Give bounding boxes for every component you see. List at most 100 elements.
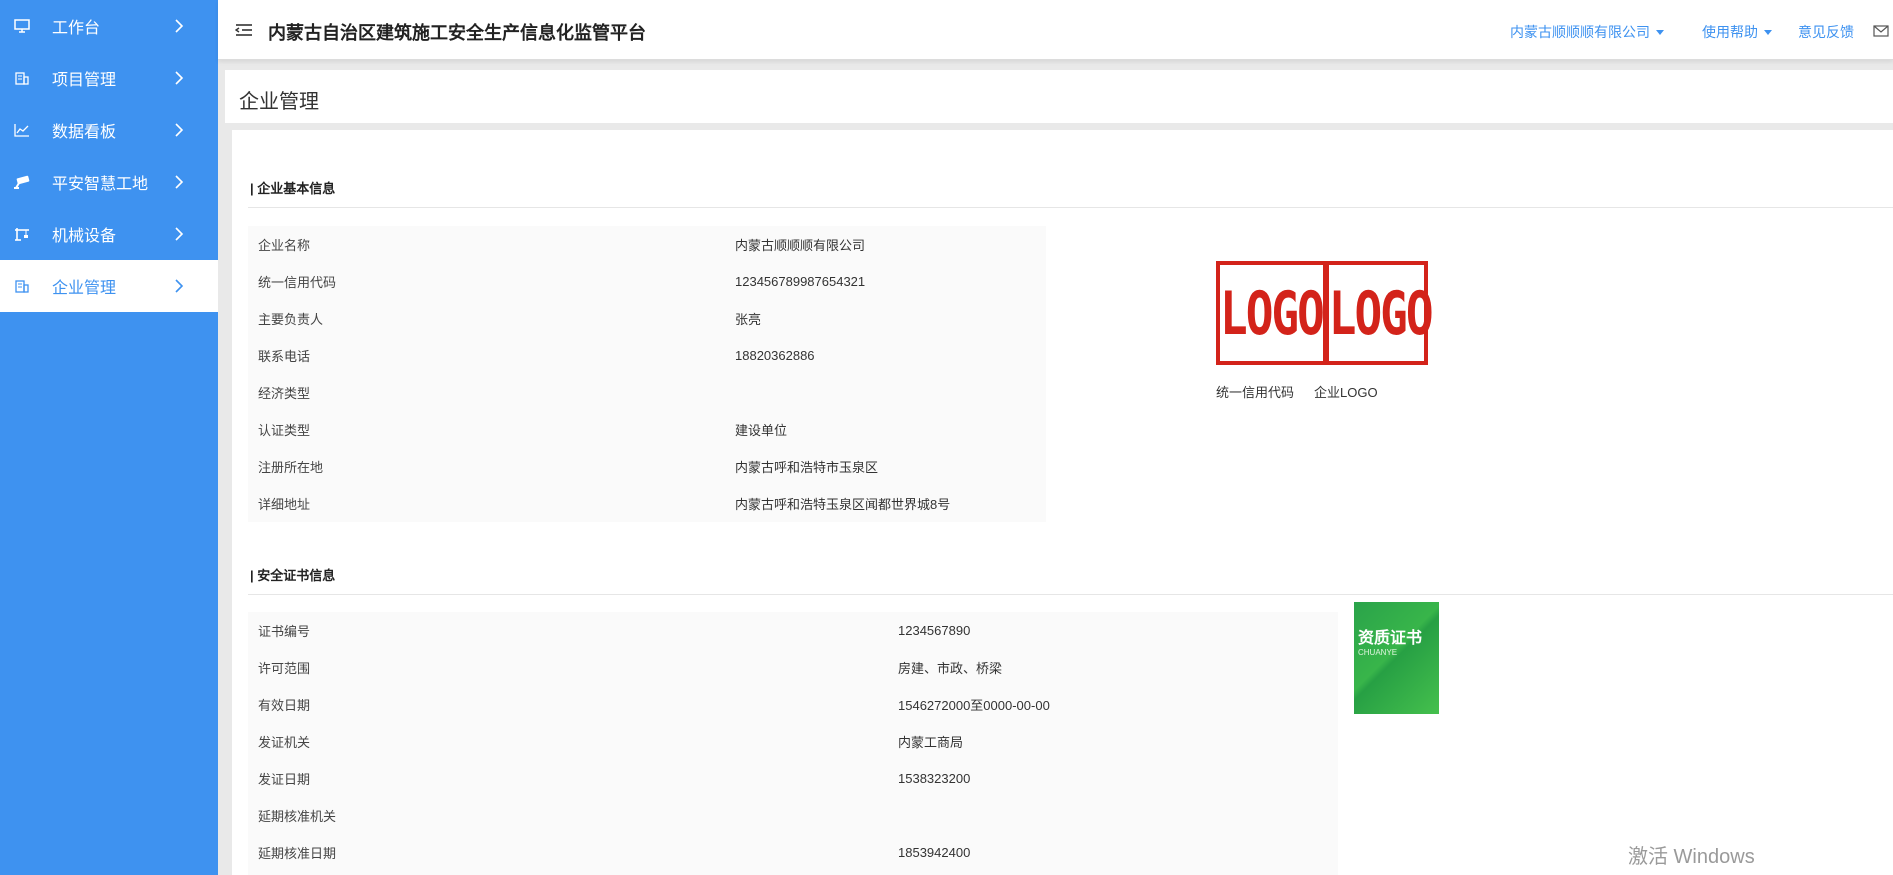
content-panel: | 企业基本信息 企业名称 统一信用代码 主要负责人 联系电话 经济类型 认证类… bbox=[232, 130, 1893, 875]
row-value: 1546272000至0000-00-00 bbox=[898, 698, 1050, 713]
row-label: 发证机关 bbox=[258, 735, 311, 750]
table-row: 经济类型 bbox=[258, 374, 310, 411]
chevron-right-icon bbox=[174, 172, 186, 192]
help-dropdown[interactable]: 使用帮助 bbox=[1702, 22, 1772, 42]
row-label: 详细地址 bbox=[258, 497, 311, 512]
sidebar-item-machinery[interactable]: 机械设备 bbox=[0, 208, 218, 260]
row-value: 张亮 bbox=[735, 312, 762, 327]
app-title: 内蒙古自治区建筑施工安全生产信息化监管平台 bbox=[268, 23, 646, 43]
divider bbox=[248, 207, 1893, 208]
table-row: 发证日期 bbox=[258, 760, 310, 797]
basic-info-table: 企业名称 统一信用代码 主要负责人 联系电话 经济类型 认证类型 注册所在地 详… bbox=[248, 226, 1046, 522]
row-label: 延期核准日期 bbox=[258, 846, 337, 861]
section-title-basic: | 企业基本信息 bbox=[250, 181, 336, 196]
chevron-right-icon bbox=[174, 68, 186, 88]
row-label: 认证类型 bbox=[258, 423, 311, 438]
certificate-image[interactable]: 资质证书 CHUANYE bbox=[1354, 602, 1439, 714]
row-label: 发证日期 bbox=[258, 772, 311, 787]
chart-icon bbox=[13, 122, 31, 138]
row-label: 统一信用代码 bbox=[258, 275, 337, 290]
help-label: 使用帮助 bbox=[1702, 24, 1758, 40]
row-value: 建设单位 bbox=[735, 423, 788, 438]
chevron-right-icon bbox=[174, 276, 186, 296]
sidebar-item-enterprise[interactable]: 企业管理 bbox=[0, 260, 218, 312]
row-label: 企业名称 bbox=[258, 238, 311, 253]
building-icon bbox=[13, 278, 31, 294]
page-title: 企业管理 bbox=[239, 91, 319, 113]
cert-image-subtitle: CHUANYE bbox=[1358, 648, 1398, 657]
camera-icon bbox=[13, 174, 31, 190]
row-label: 联系电话 bbox=[258, 349, 311, 364]
row-label: 经济类型 bbox=[258, 386, 311, 401]
row-value-wrap: 内蒙古呼和浩特市玉泉区 bbox=[735, 448, 878, 485]
sidebar-item-projects[interactable]: 项目管理 bbox=[0, 52, 218, 104]
row-value-wrap: 123456789987654321 bbox=[735, 263, 865, 300]
crane-icon bbox=[13, 226, 31, 242]
row-value-wrap: 18820362886 bbox=[735, 337, 815, 374]
table-row: 联系电话 bbox=[258, 337, 310, 374]
chevron-right-icon bbox=[174, 120, 186, 140]
caption-credit-code: 统一信用代码 bbox=[1216, 385, 1295, 400]
top-header: 内蒙古自治区建筑施工安全生产信息化监管平台 内蒙古顺顺顺有限公司 使用帮助 意见… bbox=[218, 0, 1893, 60]
row-value-wrap: 1853942400 bbox=[898, 834, 970, 871]
cert-info-table: 证书编号 许可范围 有效日期 发证机关 发证日期 延期核准机关 延期核准日期 1… bbox=[248, 612, 1338, 875]
row-value-wrap: 房建、市政、桥梁 bbox=[898, 649, 1002, 686]
row-value: 内蒙工商局 bbox=[898, 735, 964, 750]
sidebar-item-workbench[interactable]: 工作台 bbox=[0, 0, 218, 52]
company-dropdown[interactable]: 内蒙古顺顺顺有限公司 bbox=[1510, 22, 1664, 42]
row-value: 18820362886 bbox=[735, 348, 815, 363]
row-label: 有效日期 bbox=[258, 698, 311, 713]
table-row: 统一信用代码 bbox=[258, 263, 336, 300]
row-label: 主要负责人 bbox=[258, 312, 324, 327]
row-value-wrap: 1538323200 bbox=[898, 760, 970, 797]
logo-text-right: LOGO bbox=[1328, 277, 1434, 349]
table-row: 延期核准日期 bbox=[258, 834, 336, 871]
caret-down-icon bbox=[1764, 29, 1772, 35]
chevron-right-icon bbox=[174, 16, 186, 36]
sidebar-item-label: 平安智慧工地 bbox=[52, 176, 149, 193]
enterprise-logo-image: LOGO LOGO bbox=[1216, 261, 1434, 365]
company-label: 内蒙古顺顺顺有限公司 bbox=[1510, 24, 1650, 40]
row-value-wrap: 内蒙古顺顺顺有限公司 bbox=[735, 226, 865, 263]
table-row: 发证机关 bbox=[258, 723, 310, 760]
row-value: 内蒙古呼和浩特市玉泉区 bbox=[735, 460, 879, 475]
row-value-wrap: 内蒙古呼和浩特玉泉区闻都世界城8号 bbox=[735, 485, 950, 522]
sidebar-item-label: 工作台 bbox=[52, 20, 101, 37]
row-label: 注册所在地 bbox=[258, 460, 324, 475]
table-row: 证书编号 bbox=[258, 612, 310, 649]
section-title-cert: | 安全证书信息 bbox=[250, 568, 336, 583]
divider bbox=[248, 594, 1893, 595]
row-value: 内蒙古顺顺顺有限公司 bbox=[735, 238, 866, 253]
row-label: 许可范围 bbox=[258, 661, 311, 676]
row-value-wrap: 1546272000至0000-00-00 bbox=[898, 686, 1050, 723]
table-row: 主要负责人 bbox=[258, 300, 323, 337]
sidebar-item-label: 数据看板 bbox=[52, 124, 117, 141]
mail-icon[interactable] bbox=[1873, 24, 1889, 37]
table-row: 详细地址 bbox=[258, 485, 310, 522]
sidebar-item-label: 机械设备 bbox=[52, 228, 117, 245]
table-row: 注册所在地 bbox=[258, 448, 323, 485]
table-row: 企业名称 bbox=[258, 226, 310, 263]
row-value-wrap: 张亮 bbox=[735, 300, 761, 337]
row-label: 延期核准机关 bbox=[258, 809, 337, 824]
table-row: 有效日期 bbox=[258, 686, 310, 723]
row-value: 1538323200 bbox=[898, 771, 971, 786]
row-value: 123456789987654321 bbox=[735, 274, 866, 289]
feedback-link[interactable]: 意见反馈 bbox=[1798, 22, 1854, 42]
table-row: 认证类型 bbox=[258, 411, 310, 448]
row-value-wrap: 1234567890 bbox=[898, 612, 970, 649]
row-value: 内蒙古呼和浩特玉泉区闻都世界城8号 bbox=[735, 497, 951, 512]
cert-image-title: 资质证书 bbox=[1358, 630, 1423, 647]
building-icon bbox=[13, 70, 31, 86]
page-title-bar: 企业管理 bbox=[225, 70, 1893, 123]
sidebar-item-dashboard[interactable]: 数据看板 bbox=[0, 104, 218, 156]
windows-activation-watermark: 激活 Windows bbox=[1628, 846, 1755, 868]
sidebar-item-smart-site[interactable]: 平安智慧工地 bbox=[0, 156, 218, 208]
table-row: 许可范围 bbox=[258, 649, 310, 686]
sidebar-item-label: 项目管理 bbox=[52, 72, 117, 89]
row-value: 1853942400 bbox=[898, 845, 971, 860]
menu-toggle-icon[interactable] bbox=[234, 22, 253, 38]
row-value: 房建、市政、桥梁 bbox=[898, 661, 1003, 676]
row-label: 证书编号 bbox=[258, 624, 311, 639]
row-value-wrap: 内蒙工商局 bbox=[898, 723, 963, 760]
